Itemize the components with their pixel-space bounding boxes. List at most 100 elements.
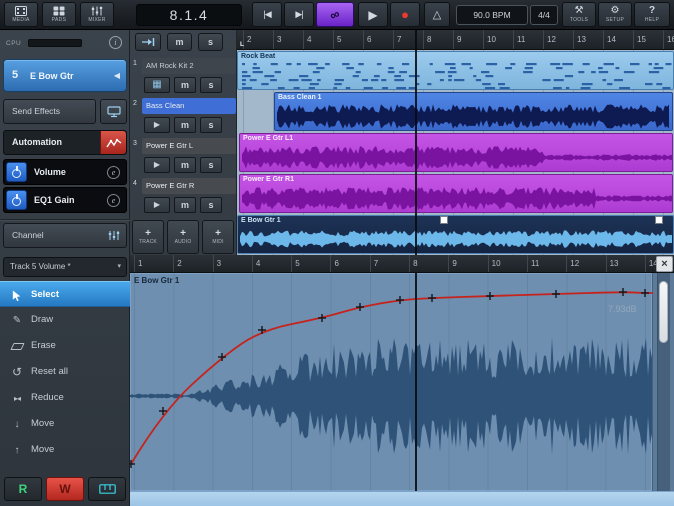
add-track-button[interactable]: + TRACK — [132, 220, 164, 254]
power-toggle[interactable] — [6, 190, 27, 210]
insert-effects-button[interactable] — [100, 99, 127, 124]
tempo-display[interactable]: 90.0 BPM — [456, 5, 528, 25]
ruler-tick[interactable]: 6 — [363, 30, 393, 49]
ruler-tick[interactable]: 9 — [448, 255, 487, 272]
midi-clip-rock-beat[interactable]: Rock Beat — [237, 51, 674, 90]
pads-button[interactable]: PADS — [42, 2, 76, 27]
selected-track-tile[interactable]: 5 E Bow Gtr ◀ — [3, 59, 127, 92]
mute-all-button[interactable]: m — [167, 33, 192, 51]
mixer-button[interactable]: MIXER — [80, 2, 114, 27]
editor-ruler[interactable]: 1 2 3 4 5 6 7 8 9 10 11 12 13 14 — [130, 255, 674, 273]
playhead[interactable] — [415, 30, 417, 255]
track-play-icon[interactable]: ▶ — [144, 197, 170, 213]
clip-resize-handle[interactable] — [655, 216, 663, 224]
edit-badge[interactable]: e — [107, 166, 120, 179]
ruler-tick[interactable]: 12 — [566, 255, 605, 272]
mute-button[interactable]: m — [174, 157, 196, 173]
audio-clip-power-e-gtr-l[interactable]: Power E Gtr L1 — [239, 133, 673, 172]
ruler-tick[interactable]: 8 — [423, 30, 453, 49]
ruler-tick[interactable]: 5 — [333, 30, 363, 49]
ruler-tick[interactable]: 10 — [483, 30, 513, 49]
ruler-tick[interactable]: 8 — [409, 255, 448, 272]
ruler-tick[interactable]: 3 — [213, 255, 252, 272]
clip-resize-handle[interactable] — [440, 216, 448, 224]
tool-move-down[interactable]: ↓ Move — [0, 411, 130, 437]
info-icon[interactable]: i — [109, 36, 122, 49]
metronome-button[interactable]: △ — [424, 2, 450, 27]
solo-button[interactable]: s — [200, 77, 222, 93]
ruler-tick[interactable]: 11 — [527, 255, 566, 272]
ruler-tick[interactable]: 4 — [303, 30, 333, 49]
horizontal-scrollbar[interactable] — [130, 491, 674, 506]
read-automation-button[interactable]: R — [4, 477, 42, 501]
ruler-tick[interactable]: 7 — [370, 255, 409, 272]
automation-lane[interactable]: E Bow Gtr 1 7.93dB — [130, 273, 674, 491]
audio-clip-bass-clean[interactable]: Bass Clean 1 — [274, 92, 673, 131]
add-midi-track-button[interactable]: + MIDI — [202, 220, 234, 254]
edit-badge[interactable]: e — [107, 194, 120, 207]
ruler-tick[interactable]: 2 — [173, 255, 212, 272]
write-automation-button[interactable]: W — [46, 477, 84, 501]
track-play-icon[interactable]: ▶ — [144, 117, 170, 133]
tool-draw[interactable]: ✎ Draw — [0, 307, 130, 333]
ruler-tick[interactable]: 16 — [663, 30, 674, 49]
ruler-tick[interactable]: 11 — [513, 30, 543, 49]
time-signature-display[interactable]: 4/4 — [530, 5, 558, 25]
power-toggle[interactable] — [6, 162, 27, 182]
track-row-3[interactable]: 3 Power E Gtr L ▶ m s — [130, 138, 237, 176]
setup-button[interactable]: ⚙ SETUP — [598, 2, 632, 27]
ruler-tick[interactable]: 9 — [453, 30, 483, 49]
automation-curve[interactable] — [130, 273, 674, 491]
add-audio-track-button[interactable]: + AUDIO — [167, 220, 199, 254]
ruler-tick[interactable]: 14 — [603, 30, 633, 49]
tool-erase[interactable]: Erase — [0, 333, 130, 359]
ruler-tick[interactable]: 10 — [488, 255, 527, 272]
collapse-arrow-icon[interactable]: ◀ — [114, 71, 120, 80]
ruler-tick[interactable]: 5 — [291, 255, 330, 272]
rewind-to-start-button[interactable]: |◀ — [252, 2, 282, 27]
help-button[interactable]: ? HELP — [634, 2, 670, 27]
vertical-scrollbar-thumb[interactable] — [659, 281, 668, 343]
forward-to-end-button[interactable]: ▶| — [284, 2, 314, 27]
ruler-tick[interactable]: 2 — [243, 30, 273, 49]
close-editor-button[interactable]: × — [656, 256, 673, 272]
playhead[interactable] — [415, 273, 417, 491]
tool-select[interactable]: Select — [0, 281, 130, 307]
tools-button[interactable]: ⚒ TOOLS — [562, 2, 596, 27]
track-row-1[interactable]: 1 AM Rock Kit 2 ▦ m s — [130, 58, 237, 96]
ruler-tick[interactable]: 6 — [330, 255, 369, 272]
tool-reduce[interactable]: ▸◂ Reduce — [0, 385, 130, 411]
automation-param-eq1-gain[interactable]: EQ1 Gain e — [3, 187, 127, 213]
audio-clip-power-e-gtr-r[interactable]: Power E Gtr R1 — [239, 174, 673, 213]
ruler-tick[interactable]: 7 — [393, 30, 423, 49]
send-effects-button[interactable]: Send Effects — [3, 99, 96, 124]
ruler-tick[interactable]: 1 — [134, 255, 173, 272]
track-row-4[interactable]: 4 Power E Gtr R ▶ m s — [130, 178, 237, 216]
tool-reset-all[interactable]: ↺ Reset all — [0, 359, 130, 385]
solo-button[interactable]: s — [200, 157, 222, 173]
solo-button[interactable]: s — [200, 117, 222, 133]
solo-all-button[interactable]: s — [198, 33, 223, 51]
left-locator-marker[interactable]: L — [240, 41, 244, 48]
ruler-tick[interactable]: 4 — [252, 255, 291, 272]
channel-button[interactable]: Channel — [3, 223, 127, 248]
mute-button[interactable]: m — [174, 117, 196, 133]
record-button[interactable]: ● — [390, 2, 420, 27]
mute-button[interactable]: m — [174, 77, 196, 93]
drum-pad-icon[interactable]: ▦ — [144, 77, 170, 93]
automation-param-volume[interactable]: Volume e — [3, 159, 127, 185]
audio-clip-e-bow-gtr[interactable]: E Bow Gtr 1 — [237, 215, 674, 254]
tool-move-up[interactable]: ↑ Move — [0, 437, 130, 463]
keys-editor-button[interactable] — [88, 477, 126, 501]
track-play-icon[interactable]: ▶ — [144, 157, 170, 173]
cycle-button[interactable]: ∞ — [316, 2, 354, 27]
ruler-tick[interactable]: 15 — [633, 30, 663, 49]
media-button[interactable]: MEDIA — [4, 2, 38, 27]
ruler-tick[interactable]: 13 — [573, 30, 603, 49]
play-button[interactable]: ▶ — [358, 2, 388, 27]
automation-parameter-selector[interactable]: Track 5 Volume * ▾ — [3, 257, 127, 277]
auto-scroll-button[interactable] — [135, 33, 161, 51]
mute-button[interactable]: m — [174, 197, 196, 213]
automation-header[interactable]: Automation — [3, 130, 127, 155]
ruler-tick[interactable]: 13 — [606, 255, 645, 272]
